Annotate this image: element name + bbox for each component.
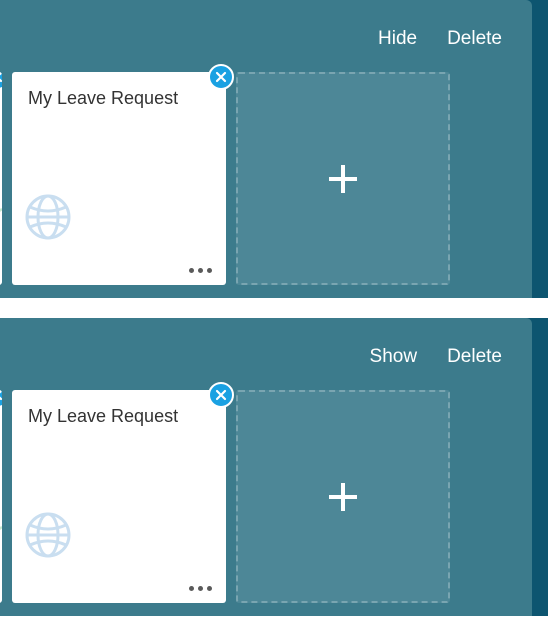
group-toolbar: Hide Delete <box>0 0 532 66</box>
group-toolbar: Show Delete <box>0 318 532 384</box>
plus-icon <box>323 159 363 199</box>
tile-leave-request[interactable]: My Leave Request <box>12 390 226 603</box>
tile-menu[interactable] <box>189 268 212 273</box>
globe-icon <box>24 193 72 241</box>
delete-action[interactable]: Delete <box>447 28 502 50</box>
remove-tile-button[interactable] <box>0 390 2 408</box>
remove-tile-button[interactable] <box>208 382 234 408</box>
close-icon <box>0 390 2 401</box>
close-icon <box>215 389 227 401</box>
tile-title: My Leave Request <box>28 406 210 428</box>
globe-icon <box>24 511 72 559</box>
group-inner: Show Delete asks 56 My Leave Re <box>0 318 532 616</box>
show-action[interactable]: Show <box>370 346 418 368</box>
group-panel: Show Delete asks 56 My Leave Re <box>0 318 548 616</box>
remove-tile-button[interactable] <box>208 64 234 90</box>
close-icon <box>0 72 2 83</box>
mini-chart: 56 <box>0 141 2 241</box>
hide-action[interactable]: Hide <box>378 28 417 50</box>
plus-icon <box>323 477 363 517</box>
add-tile-button[interactable] <box>236 390 450 603</box>
group-inner: Hide Delete asks 56 <box>0 0 532 298</box>
tile-tasks-partial[interactable]: asks 56 <box>0 72 2 285</box>
tile-menu[interactable] <box>189 586 212 591</box>
remove-tile-button[interactable] <box>0 72 2 90</box>
panel-separator <box>0 298 548 318</box>
tiles-row: asks 56 My Leave Request <box>0 72 450 285</box>
tile-leave-request[interactable]: My Leave Request <box>12 72 226 285</box>
group-panel: Hide Delete asks 56 <box>0 0 548 298</box>
add-tile-button[interactable] <box>236 72 450 285</box>
tile-tasks-partial[interactable]: asks 56 <box>0 390 2 603</box>
mini-chart: 56 <box>0 459 2 559</box>
tile-title: My Leave Request <box>28 88 210 110</box>
tiles-row: asks 56 My Leave Request <box>0 390 450 603</box>
close-icon <box>215 71 227 83</box>
delete-action[interactable]: Delete <box>447 346 502 368</box>
